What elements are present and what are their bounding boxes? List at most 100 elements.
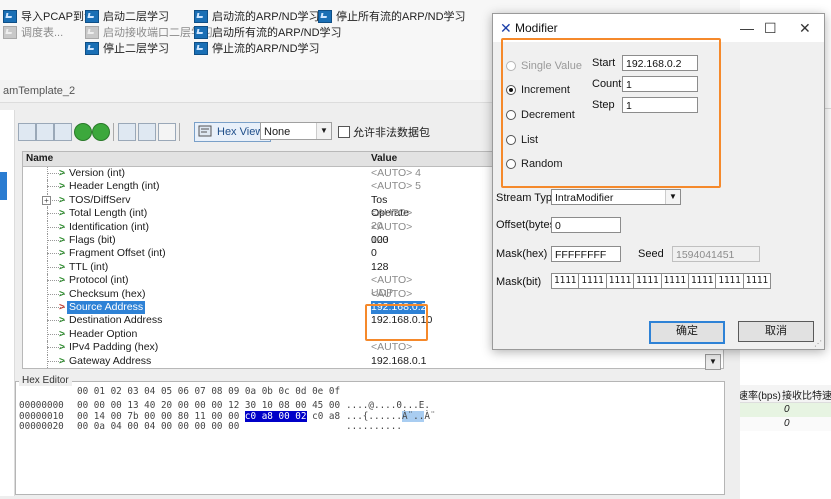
mode-radio[interactable]: Single Value: [506, 60, 582, 72]
side-tab-indicator[interactable]: [0, 172, 7, 200]
field-value[interactable]: 128: [371, 261, 425, 274]
field-value[interactable]: <AUTO> 4: [371, 167, 425, 180]
table-row[interactable]: 0: [740, 417, 831, 431]
start-stream-arp-button[interactable]: 启动流的ARP/ND学习: [194, 8, 320, 24]
radio-button[interactable]: [506, 85, 516, 95]
tab-stream-template[interactable]: amTemplate_2: [3, 85, 75, 97]
field-value[interactable]: 0: [371, 247, 425, 260]
hex-editor: Hex Editor 00 01 02 03 04 05 06 07 08 09…: [15, 375, 725, 495]
list-icon[interactable]: [36, 123, 54, 141]
left-side-strip: [0, 110, 15, 496]
mask-bit-group[interactable]: 1111: [551, 273, 580, 289]
mask-bit-label: Mask(bit): [496, 276, 542, 288]
count-label: Count: [592, 78, 622, 90]
terminal-icon: [194, 9, 208, 23]
stop-all-streams-arp-button[interactable]: 停止所有流的ARP/ND学习: [318, 8, 466, 24]
terminal-icon: [194, 41, 208, 55]
mode-label: Single Value: [521, 60, 582, 72]
hex-bytes[interactable]: 00 14 00 7b 00 00 80 11 00 00 c0 a8 00 0…: [77, 410, 340, 422]
field-value[interactable]: 000: [371, 234, 425, 247]
ascii-text[interactable]: ....@....0...E.: [346, 400, 430, 411]
hex-selection: c0 a8 00 02: [244, 410, 307, 422]
mode-radio[interactable]: Decrement: [506, 109, 575, 121]
maximize-icon[interactable]: ☐: [764, 20, 777, 37]
column-header-name: Name: [26, 153, 54, 164]
add-row-icon[interactable]: [18, 123, 36, 141]
start-input[interactable]: 192.168.0.2: [622, 55, 698, 71]
hex-view-icon: [198, 125, 212, 137]
mask-bit-grid[interactable]: 1111 1111 1111 1111 1111 1111 1111 1111: [551, 273, 772, 289]
field-name: Flags (bit): [69, 234, 116, 246]
step-label: Step: [592, 99, 615, 111]
grid-row[interactable]: > Gateway Address 192.168.0.1: [23, 354, 723, 368]
mode-label: List: [521, 134, 539, 146]
mask-bit-group[interactable]: 1111: [716, 273, 744, 289]
ascii-text[interactable]: ..........: [346, 421, 402, 432]
edit-icon[interactable]: [158, 123, 176, 141]
schedule-button[interactable]: 调度表...: [3, 24, 63, 40]
field-name: TTL (int): [69, 260, 109, 273]
mode-radio[interactable]: Increment: [506, 84, 570, 96]
hex-bytes[interactable]: 00 00 00 13 40 20 00 00 00 12 30 10 08 0…: [77, 400, 340, 411]
start-all-streams-arp-button[interactable]: 启动所有流的ARP/ND学习: [194, 24, 342, 40]
hex-text: 00 0a 04 00 04 00 00 00 00 00: [77, 421, 240, 432]
radio-button[interactable]: [506, 61, 516, 71]
checkbox[interactable]: [338, 126, 350, 138]
mask-bit-group[interactable]: 1111: [579, 273, 607, 289]
field-value[interactable]: <AUTO> 5: [371, 180, 425, 193]
mode-radio[interactable]: List: [506, 134, 538, 146]
field-name: Identification (int): [69, 220, 149, 233]
chevron-right-icon: >: [59, 168, 65, 179]
chevron-right-icon: >: [59, 315, 65, 327]
mask-bit-group[interactable]: 1111: [688, 273, 717, 289]
scroll-down-button[interactable]: ▼: [705, 354, 721, 370]
move-down-icon[interactable]: [92, 123, 110, 141]
expand-icon[interactable]: +: [42, 195, 51, 205]
field-value[interactable]: 192.168.0.1: [371, 355, 426, 368]
chevron-right-icon: >: [59, 181, 65, 193]
seed-input[interactable]: 1594041451: [672, 246, 760, 262]
move-up-icon[interactable]: [74, 123, 92, 141]
mask-bit-group[interactable]: 1111: [606, 273, 635, 289]
cancel-button[interactable]: 取消: [738, 321, 814, 342]
mask-hex-input[interactable]: FFFFFFFF: [551, 246, 621, 262]
mask-bit-group[interactable]: 1111: [661, 273, 689, 289]
paste-icon[interactable]: [138, 123, 156, 141]
start-l2-learning-button[interactable]: 启动二层学习: [85, 8, 169, 24]
import-pcap-button[interactable]: 导入PCAP到流: [3, 8, 95, 24]
close-icon[interactable]: ✕: [799, 20, 811, 37]
resize-grip-icon[interactable]: ⋰: [814, 339, 822, 348]
ascii-text[interactable]: ...{......À¨..À¨: [346, 410, 436, 422]
radio-button[interactable]: [506, 110, 516, 120]
radio-button[interactable]: [506, 135, 516, 145]
ok-button[interactable]: 确定: [649, 321, 725, 344]
separator: [113, 123, 114, 141]
offset-label: Offset(bytes): [496, 219, 559, 231]
column-header-value: Value: [371, 153, 398, 164]
count-input[interactable]: 1: [622, 76, 698, 92]
field-name: Destination Address: [69, 314, 163, 327]
terminal-icon: [3, 9, 17, 23]
stream-type-label: Stream Type: [496, 192, 559, 204]
stop-l2-learning-button[interactable]: 停止二层学习: [85, 40, 169, 56]
field-name: Header Length (int): [69, 180, 160, 193]
table-icon[interactable]: [54, 123, 72, 141]
mask-bit-group[interactable]: 1111: [634, 273, 662, 289]
radio-button[interactable]: [506, 159, 516, 169]
mask-bit-group[interactable]: 1111: [743, 273, 772, 289]
dialog-title: Modifier: [515, 21, 558, 35]
offset-input[interactable]: 0: [551, 217, 621, 233]
field-value[interactable]: <AUTO>: [371, 341, 425, 354]
copy-icon[interactable]: [118, 123, 136, 141]
table-row[interactable]: 0: [740, 403, 831, 417]
stream-type-select[interactable]: IntraModifier ▼: [551, 189, 681, 205]
mode-radio[interactable]: Random: [506, 158, 563, 170]
stop-stream-arp-button[interactable]: 停止流的ARP/ND学习: [194, 40, 320, 56]
field-name: Header Option: [69, 327, 138, 340]
step-input[interactable]: 1: [622, 97, 698, 113]
minimize-icon[interactable]: —: [740, 20, 754, 36]
hex-view-select[interactable]: None ▼: [260, 122, 332, 140]
hex-bytes[interactable]: 00 0a 04 00 04 00 00 00 00 00: [77, 421, 239, 432]
allow-illegal-packets-checkbox[interactable]: 允许非法数据包: [338, 124, 430, 140]
start-label: Start: [592, 57, 616, 69]
